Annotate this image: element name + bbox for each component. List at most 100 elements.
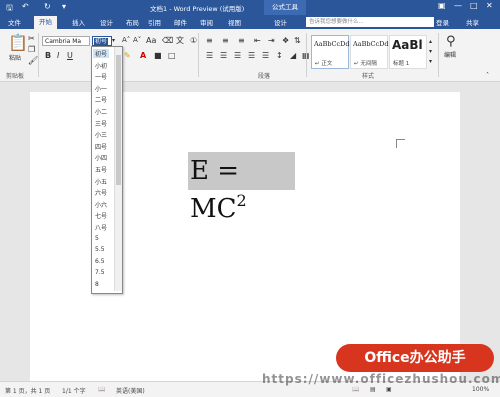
close-icon[interactable]: ✕ [486, 1, 493, 10]
distributed-icon[interactable]: ☰ [262, 51, 269, 60]
font-size-option[interactable]: 五号 [95, 165, 107, 174]
styles-more-icon[interactable]: ▾ [429, 57, 432, 66]
sort-icon[interactable]: ⇅ [294, 36, 301, 45]
font-size-dropdown[interactable]: 初号小初一号小一二号小二三号小三四号小四五号小五六号小六七号八号 5 5.5 6.5 7… [91, 46, 123, 294]
font-size-option[interactable]: 八号 [95, 223, 107, 232]
shrink-font-icon[interactable]: A˅ [133, 36, 141, 45]
font-size-option[interactable]: 5.5 [95, 246, 105, 253]
font-size-option[interactable]: 小三 [95, 130, 107, 139]
justify-icon[interactable]: ☰ [248, 51, 255, 60]
font-size-input[interactable]: 初号 [92, 36, 112, 46]
font-size-option[interactable]: 七号 [95, 211, 107, 220]
multilevel-list-icon[interactable]: ≡ [238, 36, 245, 45]
font-size-option[interactable]: 7.5 [95, 269, 105, 276]
tab-view[interactable]: 视图 [228, 17, 241, 27]
bullets-icon[interactable]: ≡ [206, 36, 213, 45]
font-size-option[interactable]: 二号 [95, 95, 107, 104]
undo-icon[interactable]: ↶ [22, 2, 29, 11]
font-size-option[interactable]: 小六 [95, 200, 107, 209]
char-shading-icon[interactable]: ■ [154, 51, 162, 60]
customize-icon[interactable]: ▾ [62, 2, 66, 11]
paste-icon[interactable]: 📋 [8, 35, 28, 51]
phonetic-guide-icon[interactable]: 文 [176, 36, 184, 45]
style-no-spacing[interactable]: AaBbCcDd ↵ 无间隔 [350, 35, 389, 69]
save-icon[interactable]: 🖫 [6, 2, 13, 16]
line-spacing-icon[interactable]: ↕ [276, 51, 283, 60]
chinese-layout-icon[interactable]: ❖ [282, 36, 289, 45]
font-name-input[interactable]: Cambria Ma [42, 36, 90, 46]
page-count[interactable]: 第 1 页，共 1 页 [5, 386, 50, 395]
redo-icon[interactable]: ↻ [44, 2, 51, 11]
font-color-icon[interactable]: A [140, 51, 146, 60]
font-size-option[interactable]: 小四 [95, 153, 107, 162]
tab-layout[interactable]: 布局 [126, 17, 139, 27]
styles-scroll-up-icon[interactable]: ▴ [429, 37, 432, 46]
tab-references[interactable]: 引用 [148, 17, 161, 27]
tab-home[interactable]: 开始 [34, 16, 57, 29]
align-right-icon[interactable]: ☰ [234, 51, 241, 60]
proofing-icon[interactable]: 📖 [98, 386, 105, 393]
change-case-icon[interactable]: Aa [146, 36, 156, 45]
maximize-icon[interactable]: □ [470, 1, 478, 10]
tab-equation-design[interactable]: 设计 [274, 17, 287, 27]
copy-icon[interactable]: ❐ [28, 45, 35, 54]
tab-review[interactable]: 审阅 [200, 17, 213, 27]
editing-label[interactable]: 编辑 [444, 51, 456, 60]
font-size-option[interactable]: 6.5 [95, 258, 105, 265]
collapse-ribbon-icon[interactable]: ˄ [486, 71, 489, 80]
minimize-icon[interactable]: — [454, 1, 462, 10]
align-center-icon[interactable]: ☰ [220, 51, 227, 60]
font-size-option[interactable]: 小一 [95, 84, 107, 93]
char-border-icon[interactable]: □ [168, 51, 176, 60]
share-button[interactable]: 共享 [466, 17, 479, 27]
language[interactable]: 英语(美国) [116, 386, 145, 395]
find-icon[interactable]: ⚲ [446, 35, 456, 49]
word-count[interactable]: 1/1 个字 [62, 386, 86, 395]
tab-file[interactable]: 文件 [8, 17, 21, 27]
cut-icon[interactable]: ✂ [28, 34, 35, 43]
align-left-icon[interactable]: ☰ [206, 51, 213, 60]
increase-indent-icon[interactable]: ⇥ [268, 36, 275, 45]
bold-icon[interactable]: B [45, 51, 51, 60]
decrease-indent-icon[interactable]: ⇤ [254, 36, 261, 45]
paste-label[interactable]: 粘贴 [9, 54, 21, 63]
font-size-option[interactable]: 8 [95, 281, 99, 288]
styles-scroll-down-icon[interactable]: ▾ [429, 47, 432, 56]
document-title: 文档1 - Word Preview (试用版) [150, 5, 245, 13]
italic-icon[interactable]: I [57, 51, 59, 60]
style-normal[interactable]: AaBbCcDd ↵ 正文 [311, 35, 350, 69]
grow-font-icon[interactable]: A˄ [122, 36, 130, 45]
font-size-option[interactable]: 5 [95, 235, 99, 242]
style-heading-1[interactable]: AaBl 标题 1 [389, 35, 427, 69]
zoom-level[interactable]: 100% [472, 386, 489, 393]
web-layout-icon[interactable]: ▣ [386, 386, 392, 393]
underline-icon[interactable]: U [67, 51, 73, 60]
login-link[interactable]: 登录 [436, 17, 449, 27]
tell-me-input[interactable]: 告诉我您想要做什么... [306, 17, 434, 27]
highlight-icon[interactable]: ✎ [124, 51, 131, 60]
font-size-option[interactable]: 小五 [95, 177, 107, 186]
font-size-option[interactable]: 三号 [95, 119, 107, 128]
tab-insert[interactable]: 插入 [72, 17, 85, 27]
font-size-option[interactable]: 六号 [95, 188, 107, 197]
shading-icon[interactable]: ◢ [290, 51, 296, 60]
font-size-option[interactable]: 小初 [95, 61, 107, 70]
font-size-option[interactable]: 四号 [95, 142, 107, 151]
tab-mailings[interactable]: 邮件 [174, 17, 187, 27]
enclose-char-icon[interactable]: ① [190, 36, 197, 45]
font-size-option[interactable]: 小二 [95, 107, 107, 116]
font-size-option[interactable]: 一号 [95, 72, 107, 81]
scrollbar-thumb[interactable] [116, 55, 121, 185]
tab-design[interactable]: 设计 [100, 17, 113, 27]
read-mode-icon[interactable]: 📖 [352, 386, 359, 393]
numbering-icon[interactable]: ≡ [222, 36, 229, 45]
chevron-down-icon[interactable]: ▾ [112, 36, 115, 45]
equation[interactable]: E = MC2 [188, 152, 295, 224]
style-preview: AaBbCcDd [353, 40, 389, 48]
ribbon-display-icon[interactable]: ▣ [438, 1, 446, 10]
format-painter-icon[interactable]: 🖌 [28, 56, 38, 65]
dropdown-scrollbar[interactable] [114, 47, 122, 291]
font-size-option[interactable]: 初号 [93, 49, 110, 58]
print-layout-icon[interactable]: ▤ [370, 386, 376, 393]
clear-format-icon[interactable]: ⌫ [162, 36, 173, 45]
